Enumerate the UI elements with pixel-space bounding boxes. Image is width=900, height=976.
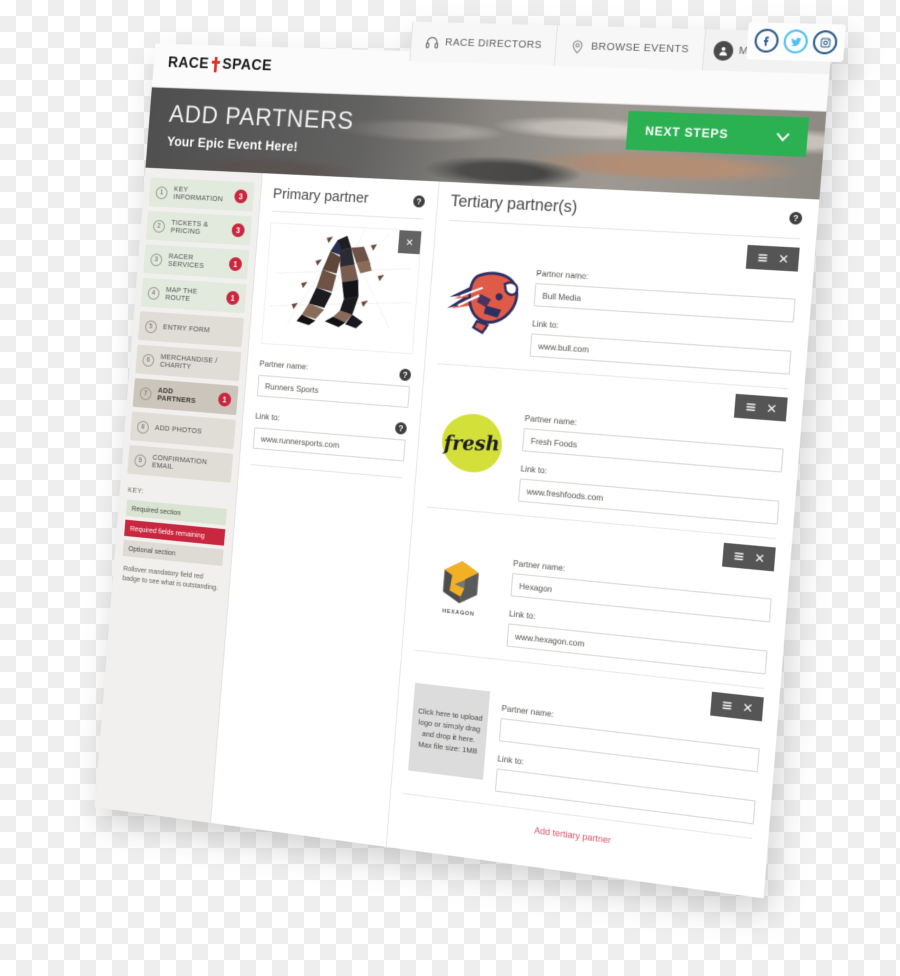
sidebar-item-label: KEY INFORMATION xyxy=(173,184,224,204)
step-number: 4 xyxy=(147,286,160,300)
sidebar-item-confirmation-email[interactable]: 9 CONFIRMATION EMAIL xyxy=(127,444,234,483)
event-name: Your Epic Event Here! xyxy=(166,134,299,155)
browser-window: RACE SPACE RACE DIRECTORS BROWSE EVENTS … xyxy=(94,21,847,899)
step-number: 7 xyxy=(139,386,152,401)
sidebar-item-label: ENTRY FORM xyxy=(162,322,211,335)
status-badge[interactable]: 3 xyxy=(234,189,248,204)
fresh-blob-shape: fresh xyxy=(439,411,505,475)
close-icon xyxy=(405,238,414,247)
chevron-down-icon xyxy=(772,126,793,147)
step-number: 6 xyxy=(142,353,155,367)
sidebar-item-label: MERCHANDISE / CHARITY xyxy=(159,351,218,371)
primary-name-label: Partner name: xyxy=(259,357,309,372)
step-number: 9 xyxy=(134,453,147,468)
nav-browse-events[interactable]: BROWSE EVENTS xyxy=(553,25,705,71)
nav-race-directors[interactable]: RACE DIRECTORS xyxy=(409,21,558,66)
status-badge[interactable]: 1 xyxy=(228,256,243,272)
sidebar-item-racer-services[interactable]: 3 RACER SERVICES 1 xyxy=(143,244,250,280)
nav-browse-events-label: BROWSE EVENTS xyxy=(590,40,690,56)
facebook-icon[interactable] xyxy=(753,28,780,53)
status-badge[interactable]: 3 xyxy=(231,223,246,238)
map-pin-icon xyxy=(570,38,586,54)
close-icon[interactable] xyxy=(753,552,765,564)
primary-logo-preview[interactable] xyxy=(261,222,423,355)
drag-handle-icon[interactable] xyxy=(732,550,744,562)
step-number: 3 xyxy=(150,252,163,266)
primary-panel-header: Primary partner ? xyxy=(271,185,426,220)
logo-upload-dropzone[interactable]: Click here to upload logo or simply drag… xyxy=(408,682,491,780)
sidebar-item-key-information[interactable]: 1 KEY INFORMATION 3 xyxy=(148,177,255,212)
hexagon-logo[interactable]: HEXAGON xyxy=(416,521,506,645)
drag-handle-icon[interactable] xyxy=(744,401,756,413)
step-number: 1 xyxy=(155,185,168,199)
close-icon[interactable] xyxy=(765,402,777,414)
bull-media-logo[interactable] xyxy=(439,235,529,356)
user-avatar-icon xyxy=(712,40,734,61)
help-icon[interactable]: ? xyxy=(399,368,412,382)
sidebar-item-add-photos[interactable]: 8 ADD PHOTOS xyxy=(129,411,236,449)
page-body: 1 KEY INFORMATION 3 2 TICKETS & PRICING … xyxy=(94,167,820,899)
social-links xyxy=(745,22,847,63)
sidebar-key-legend: KEY: Required section Required fields re… xyxy=(119,485,230,594)
sidebar-item-map-the-route[interactable]: 4 MAP THE ROUTE 1 xyxy=(140,277,247,314)
sidebar-item-add-partners[interactable]: 7 ADD PARTNERS 1 xyxy=(132,378,239,416)
sidebar-item-merchandise-charity[interactable]: 6 MERCHANDISE / CHARITY xyxy=(135,344,242,382)
runner-polygon-artwork xyxy=(263,223,422,338)
tertiary-panel-title: Tertiary partner(s) xyxy=(449,192,578,217)
upload-placeholder[interactable]: Click here to upload logo or simply drag… xyxy=(404,665,494,791)
primary-link-label: Link to: xyxy=(254,410,281,422)
help-icon[interactable]: ? xyxy=(788,211,803,225)
drag-handle-icon[interactable] xyxy=(720,699,732,712)
twitter-icon[interactable] xyxy=(782,29,809,54)
tertiary-partner-row: Partner name: Link to: xyxy=(437,220,801,390)
drag-handle-icon[interactable] xyxy=(756,252,768,264)
perspective-stage: RACE SPACE RACE DIRECTORS BROWSE EVENTS … xyxy=(0,0,900,976)
tertiary-row-tools xyxy=(733,393,788,422)
page-title: ADD PARTNERS xyxy=(168,100,355,136)
step-number: 8 xyxy=(136,420,150,434)
tertiary-partners-panel: Tertiary partner(s) ? Partner name: Bull… xyxy=(386,181,820,899)
sidebar-item-entry-form[interactable]: 5 ENTRY FORM xyxy=(137,311,244,348)
sidebar-item-label: ADD PHOTOS xyxy=(154,422,203,436)
tertiary-row-tools xyxy=(722,542,776,572)
step-number: 2 xyxy=(152,219,166,233)
help-icon[interactable]: ? xyxy=(394,421,408,435)
help-icon[interactable]: ? xyxy=(412,195,426,208)
hexagon-wordmark: HEXAGON xyxy=(441,607,475,618)
close-icon[interactable] xyxy=(777,253,789,265)
logo-text-left: RACE xyxy=(167,54,210,73)
step-number: 5 xyxy=(144,319,158,333)
key-legend-note: Rollover mandatory field red badge to se… xyxy=(122,563,219,593)
site-logo[interactable]: RACE SPACE xyxy=(167,54,272,75)
logo-text-right: SPACE xyxy=(221,56,273,75)
sidebar-item-label: TICKETS & PRICING xyxy=(170,217,209,236)
status-badge[interactable]: 1 xyxy=(217,392,232,407)
instagram-icon[interactable] xyxy=(812,29,839,55)
fresh-foods-logo[interactable]: fresh xyxy=(427,378,517,501)
sidebar-item-label: MAP THE ROUTE xyxy=(165,284,198,303)
next-steps-label: NEXT STEPS xyxy=(644,123,729,142)
status-badge[interactable]: 1 xyxy=(225,290,240,306)
sidebar-item-label: ADD PARTNERS xyxy=(157,385,197,406)
tertiary-row-tools xyxy=(745,244,800,272)
remove-primary-logo-button[interactable] xyxy=(397,230,422,255)
primary-divider xyxy=(251,464,403,479)
cross-icon xyxy=(211,57,220,73)
next-steps-button[interactable]: NEXT STEPS xyxy=(625,110,810,158)
nav-race-directors-label: RACE DIRECTORS xyxy=(444,36,543,52)
headset-icon xyxy=(425,34,440,49)
sidebar-item-label: RACER SERVICES xyxy=(167,251,205,270)
sidebar-item-tickets-pricing[interactable]: 2 TICKETS & PRICING 3 xyxy=(145,210,253,246)
primary-name-input[interactable] xyxy=(256,374,411,408)
primary-panel-title: Primary partner xyxy=(272,185,370,207)
fresh-wordmark: fresh xyxy=(443,430,501,456)
sidebar-item-label: CONFIRMATION EMAIL xyxy=(151,452,208,471)
close-icon[interactable] xyxy=(741,701,753,714)
